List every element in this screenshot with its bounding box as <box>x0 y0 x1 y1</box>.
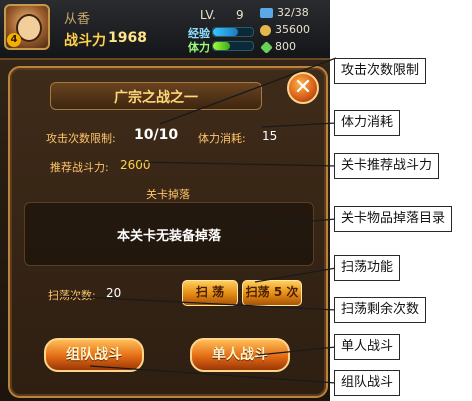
annotation-drop-list: 关卡物品掉落目录 <box>334 206 453 232</box>
annotation-line-sweep <box>254 267 337 283</box>
annotation-line-attack-limit <box>159 57 337 125</box>
annotation-team-fight: 组队战斗 <box>334 370 401 396</box>
annotation-line-solo-fight <box>257 346 337 356</box>
annotation-attack-limit: 攻击次数限制 <box>334 58 427 84</box>
annotation-line-drop-list <box>229 218 337 229</box>
annotation-sweep-count: 扫荡剩余次数 <box>334 297 427 323</box>
annotation-solo-fight: 单人战斗 <box>334 334 401 360</box>
annotation-stamina-cost: 体力消耗 <box>334 110 401 136</box>
annotation-line-sweep-count <box>59 295 337 311</box>
annotation-line-stamina-cost <box>261 122 337 128</box>
annotation-line-recommended-power <box>139 161 337 167</box>
annotation-sweep: 扫荡功能 <box>334 255 401 281</box>
annotation-recommended-power: 关卡推荐战斗力 <box>334 153 440 179</box>
annotation-line-team-fight <box>89 365 337 384</box>
